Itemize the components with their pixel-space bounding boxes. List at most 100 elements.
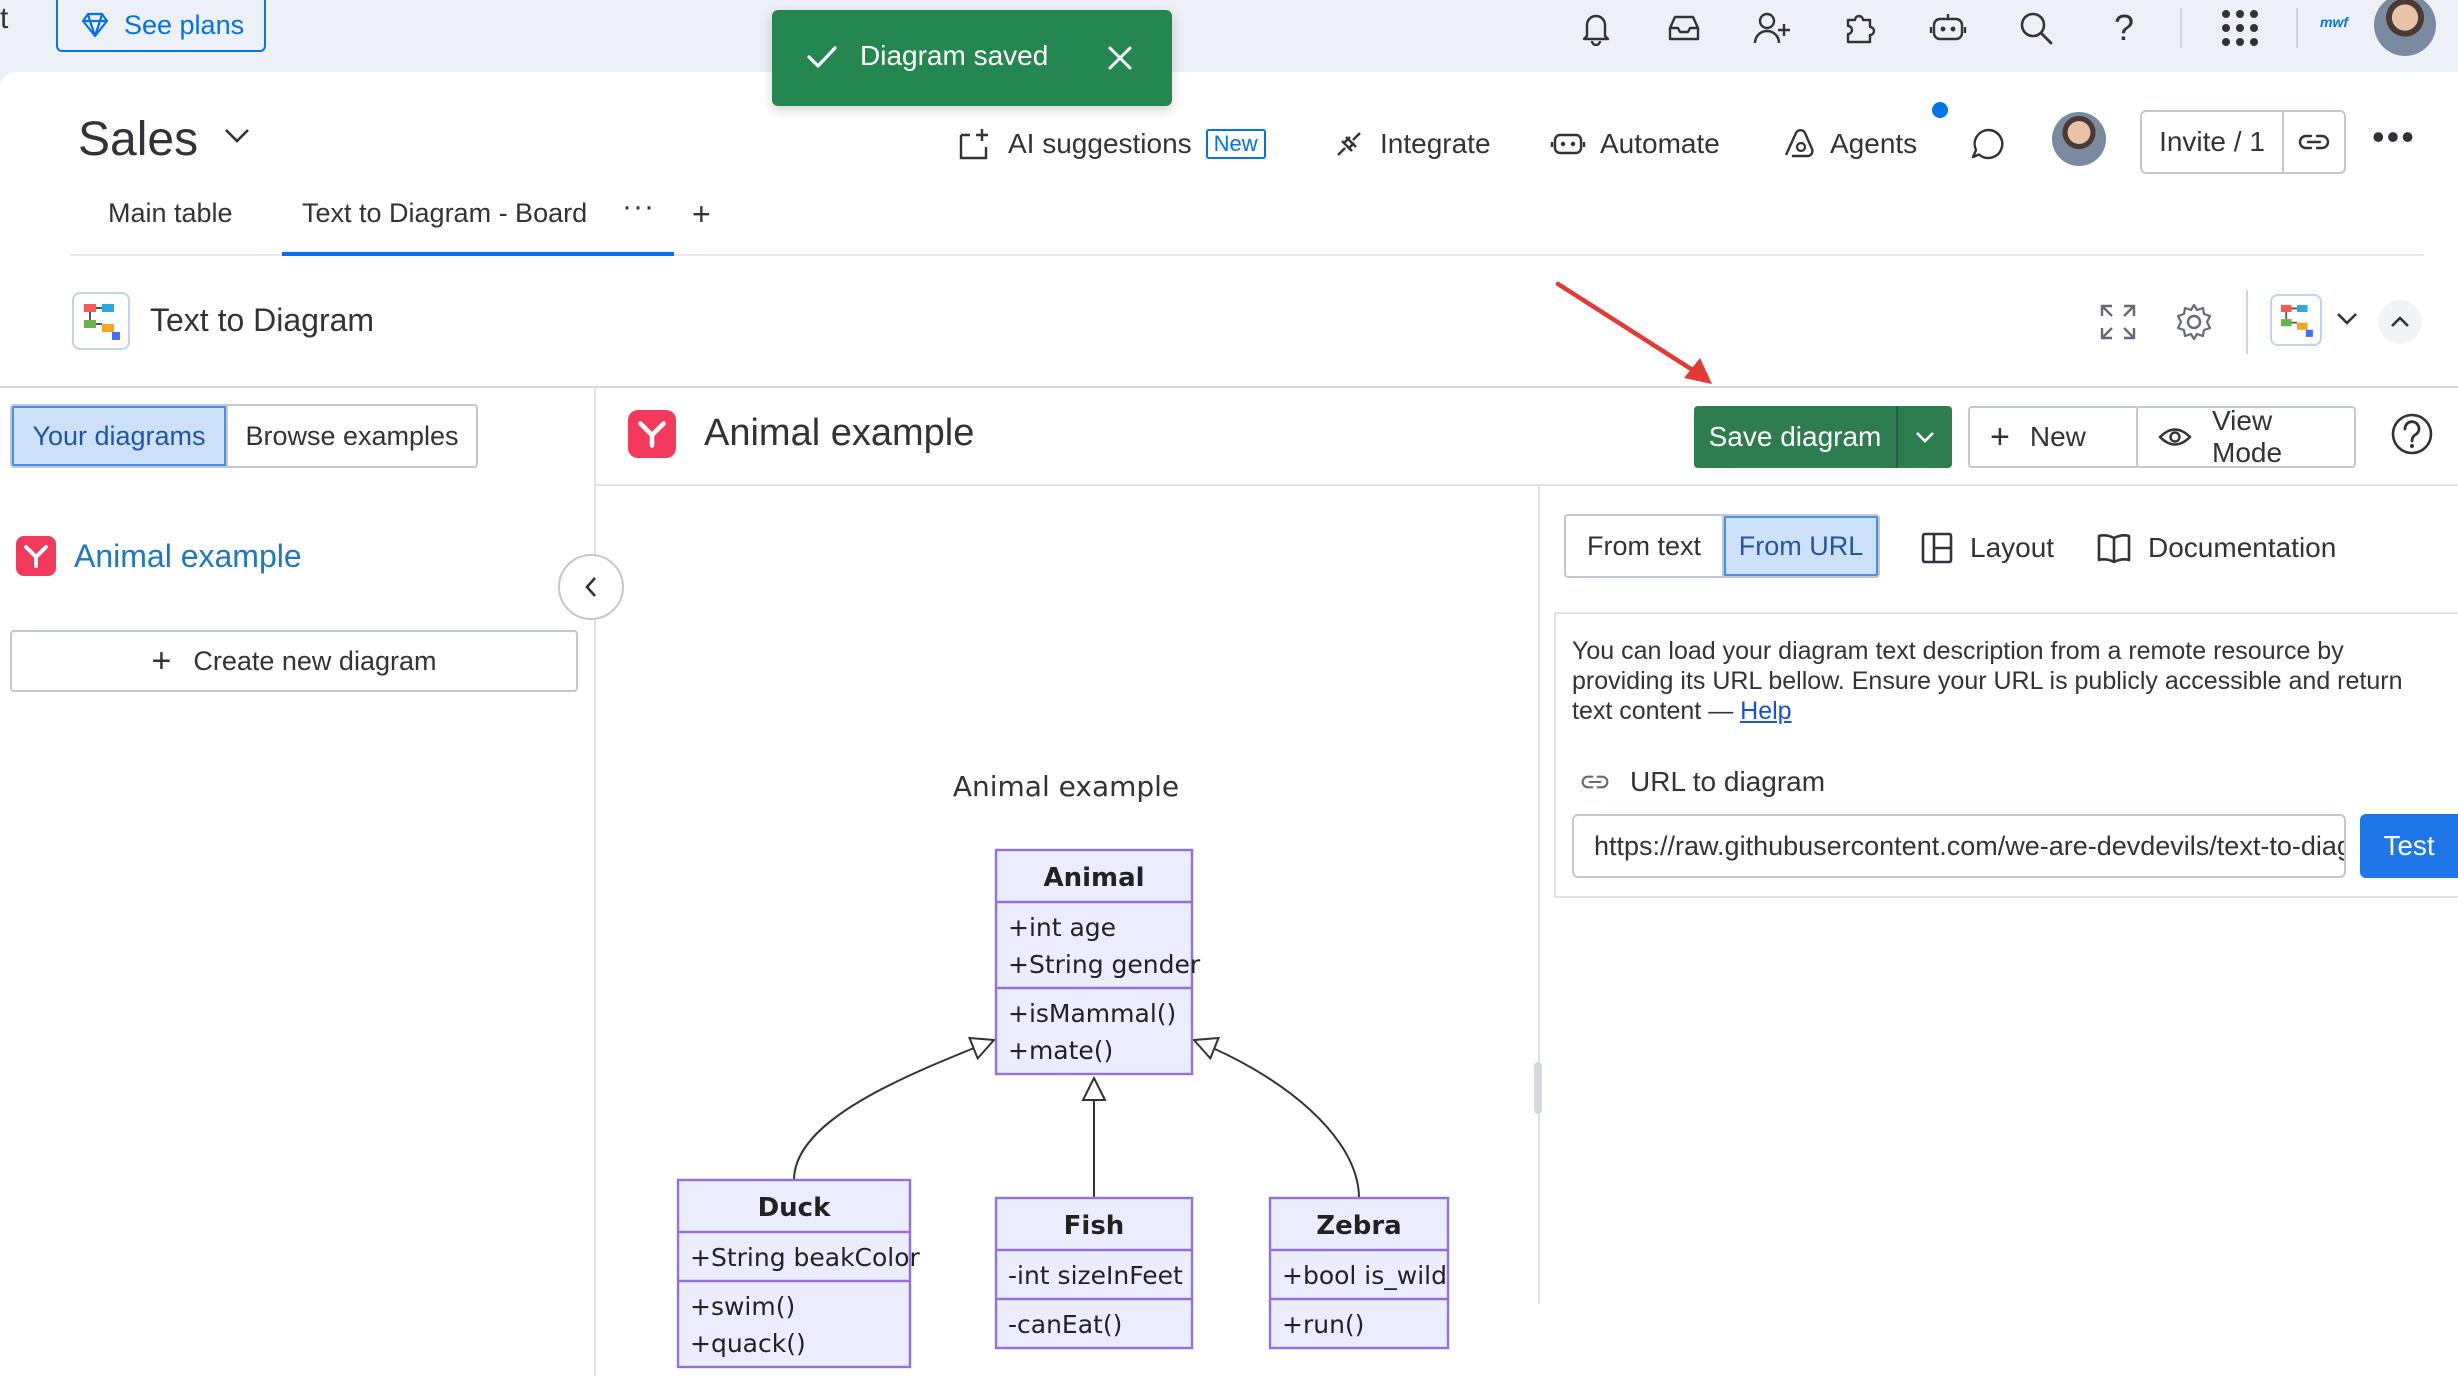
class-box-fish[interactable]: Fish -int sizeInFeet -canEat() [994, 1196, 1194, 1350]
class-attribute: +int age [1008, 913, 1116, 942]
new-diagram-button[interactable]: + New [1968, 406, 2140, 468]
toast-notification: Diagram saved [772, 10, 1172, 106]
class-box-animal[interactable]: Animal +int age +String gender +isMammal() +… [994, 848, 1201, 1076]
integrate-plug-icon [1332, 127, 1366, 161]
notification-dot [1932, 102, 1948, 118]
url-label-text: URL to diagram [1630, 766, 1826, 797]
tab-text-to-diagram[interactable]: Text to Diagram - Board [302, 198, 587, 229]
documentation-label: Documentation [2148, 532, 2337, 563]
settings-gear-icon[interactable] [2174, 302, 2214, 342]
class-method: +isMammal() [1008, 999, 1176, 1028]
comments-icon[interactable] [1970, 120, 2006, 168]
user-avatar[interactable] [2374, 0, 2436, 56]
widget-logo-icon [72, 292, 130, 350]
diagram-list-label[interactable]: Animal example [74, 538, 302, 575]
class-attribute: +bool is_wild [1282, 1261, 1447, 1290]
url-description-text: You can load your diagram text descripti… [1572, 637, 2403, 725]
chevron-down-icon[interactable] [222, 126, 252, 146]
see-plans-button[interactable]: See plans [56, 0, 266, 52]
class-attribute: -int sizeInFeet [1008, 1261, 1183, 1290]
create-diagram-button[interactable]: + Create new diagram [10, 630, 578, 692]
layout-icon [1920, 531, 1954, 565]
collapse-widget-button[interactable] [2378, 300, 2422, 344]
chevron-down-icon[interactable] [2334, 310, 2360, 328]
diagram-list-item[interactable]: Animal example [16, 536, 302, 576]
layout-label: Layout [1970, 532, 2055, 563]
add-view-button[interactable]: + [692, 196, 711, 233]
class-attribute: +String beakColor [690, 1243, 921, 1272]
board-member-avatar[interactable] [2052, 112, 2106, 166]
topbar-divider-2 [2296, 8, 2298, 48]
ai-suggestions-label: AI suggestions [1008, 128, 1192, 159]
save-options-chevron-icon[interactable] [1896, 406, 1952, 468]
inheritance-edge [1193, 1039, 1360, 1199]
plus-icon: + [151, 641, 172, 680]
tab-your-diagrams[interactable]: Your diagrams [12, 406, 226, 466]
class-name: Zebra [1316, 1211, 1401, 1241]
view-mode-button[interactable]: View Mode [2136, 405, 2356, 468]
save-diagram-label[interactable]: Save diagram [1694, 406, 1896, 468]
class-method: +swim() [690, 1292, 795, 1321]
active-tab-indicator [282, 252, 674, 256]
inbox-icon[interactable] [1662, 6, 1706, 50]
diagram-app-logo-icon [16, 536, 56, 576]
tab-from-url[interactable]: From URL [1722, 516, 1878, 576]
tab-more-icon[interactable]: ··· [622, 190, 655, 224]
widget-separator [0, 386, 2458, 388]
layout-button[interactable]: Layout [1920, 522, 2054, 574]
copy-link-icon[interactable] [2284, 112, 2344, 172]
close-icon[interactable] [1106, 44, 1134, 72]
search-icon[interactable] [2014, 6, 2058, 50]
apps-grid-icon[interactable] [2218, 6, 2262, 50]
invite-members-icon[interactable] [1750, 6, 1794, 50]
view-mode-label: View Mode [2212, 405, 2283, 468]
topbar-divider [2180, 8, 2182, 48]
robot-icon[interactable] [1926, 6, 1970, 50]
class-box-duck[interactable]: Duck +String beakColor +swim() +quack() [676, 1178, 921, 1369]
invite-button[interactable]: Invite / 1 [2140, 110, 2346, 174]
widget-title: Text to Diagram [150, 302, 375, 338]
book-icon [2096, 532, 2132, 564]
inheritance-arrowhead [967, 1036, 997, 1061]
agents-icon [1782, 127, 1816, 161]
class-name: Duck [758, 1193, 832, 1223]
test-url-button[interactable]: Test [2360, 814, 2458, 878]
more-options-icon[interactable]: ••• [2372, 116, 2416, 158]
workspace-logo: mwf [2320, 14, 2348, 30]
automate-label: Automate [1600, 128, 1720, 159]
help-link[interactable]: Help [1740, 697, 1791, 725]
board-title[interactable]: Sales [78, 112, 198, 167]
tab-from-text[interactable]: From text [1566, 516, 1722, 576]
diagram-title: Animal example [953, 770, 1179, 803]
sidebar-tabs: Your diagrams Browse examples [10, 404, 478, 468]
bell-icon[interactable] [1574, 6, 1618, 50]
source-tabs: From text From URL [1564, 514, 1880, 578]
ai-suggestions-button[interactable]: AI suggestions New [958, 120, 1266, 168]
canvas-border [1538, 486, 1540, 1304]
integrate-button[interactable]: Integrate [1332, 120, 1491, 168]
tab-browse-examples[interactable]: Browse examples [226, 406, 476, 466]
help-icon[interactable]: ? [2102, 6, 2146, 50]
ai-sparkle-icon [958, 127, 994, 161]
url-field-label: URL to diagram [1580, 766, 1825, 798]
puzzle-icon[interactable] [1838, 6, 1882, 50]
widget-app-switcher-icon[interactable] [2270, 294, 2322, 346]
top-cut-text: t [0, 2, 9, 35]
help-circle-icon[interactable] [2390, 412, 2434, 456]
eye-icon [2158, 426, 2192, 448]
class-box-zebra[interactable]: Zebra +bool is_wild +run() [1268, 1196, 1450, 1350]
annotation-arrow-icon [1552, 280, 1722, 390]
documentation-button[interactable]: Documentation [2096, 522, 2336, 574]
save-diagram-button[interactable]: Save diagram [1694, 406, 1952, 468]
uml-diagram: Animal example Animal +int age +String gen… [676, 770, 1450, 1369]
class-name: Animal [1043, 863, 1144, 893]
agents-button[interactable]: Agents [1782, 120, 1917, 168]
new-diagram-label: New [2029, 421, 2086, 452]
tab-main-table[interactable]: Main table [108, 198, 233, 229]
automate-button[interactable]: Automate [1550, 120, 1720, 168]
diamond-icon [80, 12, 110, 38]
invite-label[interactable]: Invite / 1 [2142, 112, 2284, 172]
url-input[interactable]: https://raw.githubusercontent.com/we-are… [1572, 814, 2346, 878]
create-diagram-label: Create new diagram [193, 645, 437, 676]
fullscreen-icon[interactable] [2098, 302, 2138, 342]
